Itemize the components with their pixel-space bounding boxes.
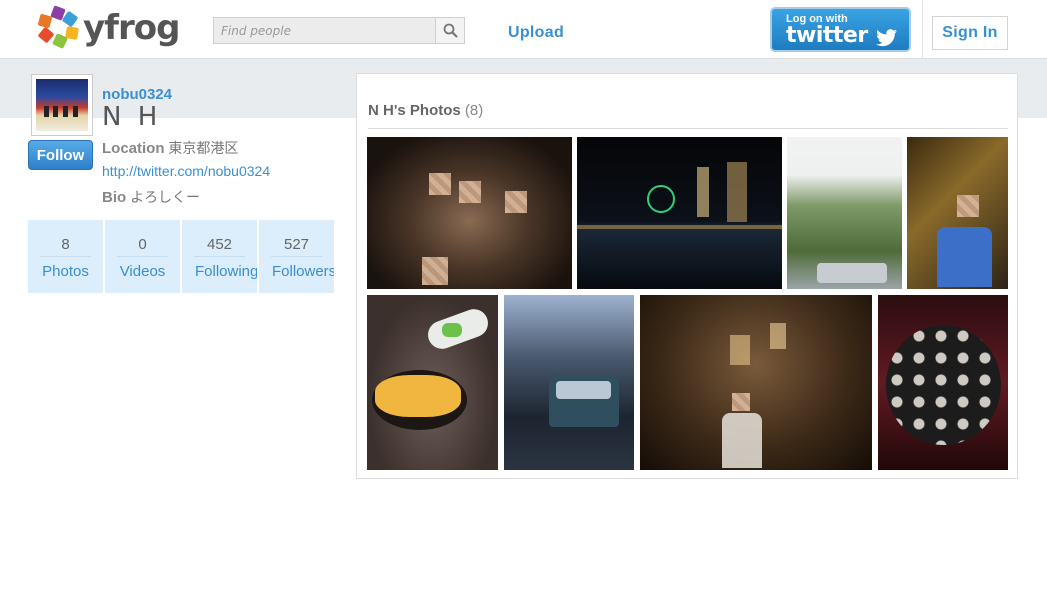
avatar[interactable] bbox=[31, 74, 93, 136]
search-icon bbox=[443, 23, 458, 38]
photos-panel: N H's Photos (8) bbox=[356, 73, 1018, 479]
stat-photos[interactable]: 8 Photos bbox=[28, 220, 103, 293]
stat-following[interactable]: 452 Following bbox=[182, 220, 257, 293]
header-divider bbox=[922, 0, 923, 59]
twitter-bird-icon bbox=[876, 29, 897, 47]
stat-count: 8 bbox=[61, 236, 70, 253]
stat-label: Videos bbox=[119, 263, 166, 280]
stat-videos[interactable]: 0 Videos bbox=[105, 220, 180, 293]
photo-thumbnail[interactable] bbox=[640, 295, 872, 470]
profile-username[interactable]: nobu0324 bbox=[102, 86, 172, 103]
location-label: Location bbox=[102, 140, 165, 157]
stat-divider bbox=[194, 256, 245, 257]
yfrog-logo-icon bbox=[37, 5, 79, 49]
location-value: 東京都港区 bbox=[168, 140, 239, 156]
photo-thumbnail[interactable] bbox=[577, 137, 782, 289]
photos-panel-title: N H's Photos (8) bbox=[368, 102, 483, 119]
photos-count: (8) bbox=[464, 102, 484, 119]
photo-thumbnail[interactable] bbox=[504, 295, 634, 470]
search-input[interactable] bbox=[214, 18, 436, 43]
sign-in-button[interactable]: Sign In bbox=[932, 16, 1008, 50]
follow-button[interactable]: Follow bbox=[28, 140, 93, 170]
photo-thumbnail[interactable] bbox=[367, 295, 498, 470]
stat-divider bbox=[271, 256, 322, 257]
photo-thumbnail[interactable] bbox=[878, 295, 1008, 470]
twitter-login-button[interactable]: Log on with twitter bbox=[770, 7, 911, 52]
stat-divider bbox=[117, 256, 168, 257]
photos-panel-divider bbox=[368, 128, 1008, 129]
bio-value: よろしくー bbox=[130, 189, 201, 205]
profile-stats: 8 Photos 0 Videos 452 Following 527 Foll… bbox=[28, 220, 335, 293]
stat-count: 527 bbox=[283, 236, 310, 253]
profile-bio: Bio よろしくー bbox=[102, 187, 200, 207]
photo-thumbnail[interactable] bbox=[787, 137, 902, 289]
logo-text: yfrog bbox=[83, 8, 180, 48]
photos-title-text: N H's Photos bbox=[368, 102, 461, 119]
stat-count: 452 bbox=[206, 236, 233, 253]
photo-thumbnail[interactable] bbox=[907, 137, 1008, 289]
search-box bbox=[213, 17, 465, 44]
stat-label: Followers bbox=[272, 263, 334, 280]
yfrog-logo[interactable]: yfrog bbox=[37, 5, 180, 49]
twitter-login-big-text: twitter bbox=[786, 23, 868, 48]
upload-link[interactable]: Upload bbox=[508, 24, 564, 42]
site-header: yfrog Upload Log on with twitter Sign In bbox=[0, 0, 1047, 59]
stat-count: 0 bbox=[138, 236, 147, 253]
profile-display-name: N H bbox=[102, 102, 162, 132]
photo-thumbnail[interactable] bbox=[367, 137, 572, 289]
stat-label: Photos bbox=[42, 263, 89, 280]
profile-twitter-link-row: http://twitter.com/nobu0324 bbox=[102, 163, 270, 179]
avatar-image bbox=[36, 79, 88, 131]
bio-label: Bio bbox=[102, 189, 127, 206]
profile-location: Location 東京都港区 bbox=[102, 138, 238, 158]
search-button[interactable] bbox=[435, 18, 464, 43]
profile-twitter-link[interactable]: http://twitter.com/nobu0324 bbox=[102, 163, 270, 179]
stat-label: Following bbox=[195, 263, 257, 280]
stat-followers[interactable]: 527 Followers bbox=[259, 220, 334, 293]
stat-divider bbox=[40, 256, 91, 257]
